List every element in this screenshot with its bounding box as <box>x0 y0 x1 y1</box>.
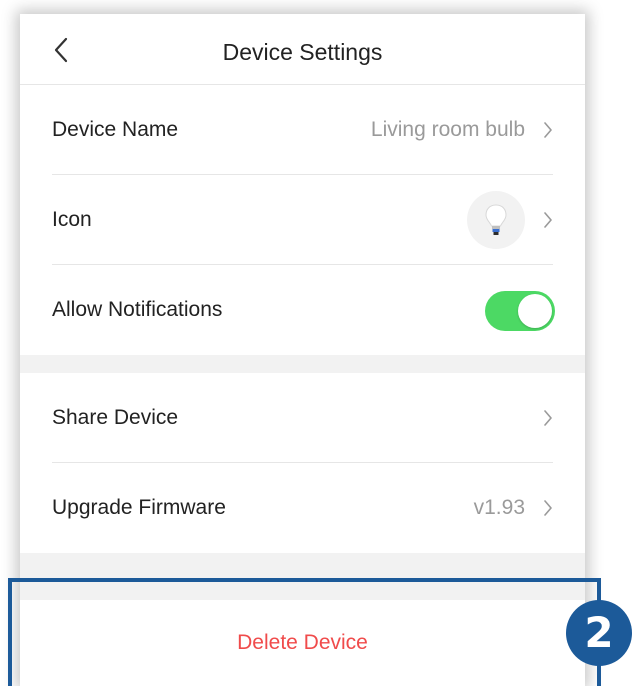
chevron-right-icon <box>544 410 552 426</box>
page-title: Device Settings <box>222 39 383 65</box>
chevron-right-icon <box>544 122 552 138</box>
settings-group-device: Device Name Living room bulb Icon Allow … <box>20 85 585 355</box>
delete-device-label: Delete Device <box>237 631 368 654</box>
device-name-label: Device Name <box>52 118 179 141</box>
firmware-version: v1.93 <box>473 496 525 519</box>
delete-device-button[interactable]: Delete Device <box>20 600 585 686</box>
nav-bar: Device Settings <box>20 14 585 85</box>
light-bulb-icon <box>485 204 507 235</box>
toggle-knob <box>518 294 552 328</box>
upgrade-firmware-row[interactable]: Upgrade Firmware v1.93 <box>20 463 585 553</box>
icon-row[interactable]: Icon <box>20 175 585 265</box>
device-name-row[interactable]: Device Name Living room bulb <box>20 85 585 175</box>
device-name-value: Living room bulb <box>370 118 525 141</box>
notifications-toggle[interactable] <box>485 291 555 331</box>
settings-group-sharing: Share Device Upgrade Firmware v1.93 <box>20 373 585 553</box>
device-icon-preview <box>467 191 525 249</box>
share-device-label: Share Device <box>52 406 179 429</box>
notifications-row: Allow Notifications <box>20 265 585 355</box>
device-settings-screen: Device Settings Device Name Living room … <box>20 14 585 686</box>
notifications-label: Allow Notifications <box>52 298 223 321</box>
screenshot-canvas: Device Settings Device Name Living room … <box>0 0 635 686</box>
upgrade-firmware-label: Upgrade Firmware <box>52 496 226 519</box>
share-device-row[interactable]: Share Device <box>20 373 585 463</box>
icon-label: Icon <box>52 208 92 231</box>
chevron-right-icon <box>544 500 552 516</box>
step-badge: 2 <box>566 600 632 666</box>
chevron-right-icon <box>544 212 552 228</box>
